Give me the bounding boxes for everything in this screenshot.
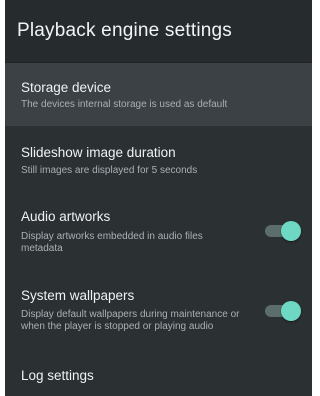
setting-description: Display artworks embedded in audio files… — [21, 231, 203, 254]
toggle-knob — [281, 301, 301, 321]
page-title: Playback engine settings — [17, 20, 232, 41]
setting-description: Still images are displayed for 5 seconds — [21, 165, 198, 176]
setting-description: Display default wallpapers during mainte… — [21, 309, 240, 332]
system-wallpapers-toggle[interactable] — [263, 301, 301, 321]
toggle-knob — [281, 221, 301, 241]
setting-title: System wallpapers — [21, 288, 135, 303]
setting-slideshow-duration[interactable]: Slideshow image duration Still images ar… — [5, 127, 312, 189]
header: Playback engine settings — [5, 0, 312, 63]
setting-audio-artworks[interactable]: Audio artworks Display artworks embedded… — [5, 189, 312, 269]
audio-artworks-toggle[interactable] — [263, 221, 301, 241]
settings-panel: Playback engine settings Storage device … — [5, 0, 312, 396]
setting-title: Log settings — [21, 368, 94, 383]
setting-storage-device[interactable]: Storage device The devices internal stor… — [5, 63, 312, 126]
setting-system-wallpapers[interactable]: System wallpapers Display default wallpa… — [5, 270, 312, 350]
setting-title: Audio artworks — [21, 209, 111, 224]
setting-title: Slideshow image duration — [21, 145, 176, 160]
setting-log-settings[interactable]: Log settings — [5, 350, 312, 396]
setting-title: Storage device — [21, 80, 112, 95]
setting-description: The devices internal storage is used as … — [21, 99, 228, 110]
